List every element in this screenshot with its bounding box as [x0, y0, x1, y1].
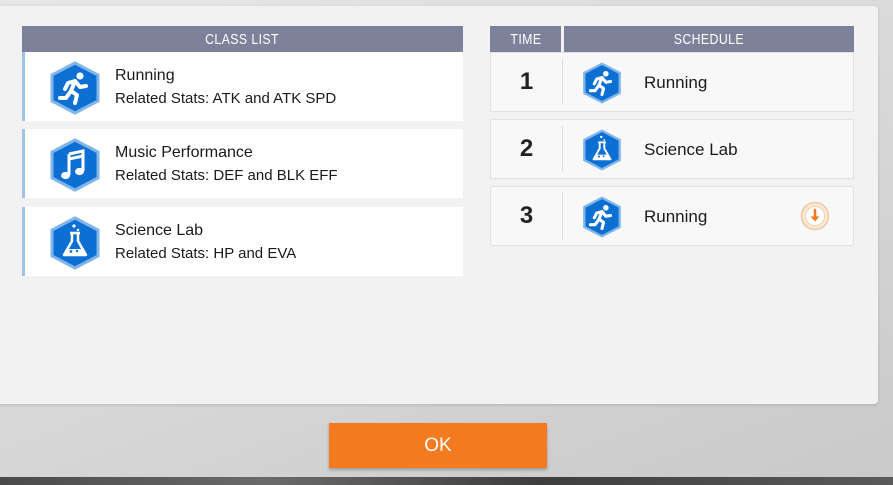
class-title: Running — [115, 67, 175, 84]
schedule-header-label: SCHEDULE — [673, 31, 745, 48]
divider — [562, 126, 563, 172]
schedule-slot-3[interactable]: 3 Running — [490, 186, 854, 246]
runner-icon — [582, 62, 622, 104]
background-stripe — [0, 477, 893, 485]
schedule-slot-1[interactable]: 1 Running — [490, 52, 854, 112]
flask-icon — [582, 129, 622, 171]
divider — [562, 193, 563, 239]
runner-icon — [582, 196, 622, 238]
schedule-time: 2 — [519, 135, 534, 162]
time-header: TIME — [490, 26, 561, 53]
schedule-class-label: Running — [644, 73, 708, 92]
class-card-music-performance[interactable]: Music Performance Related Stats: DEF and… — [22, 129, 463, 198]
schedule-class-label: Science Lab — [644, 140, 738, 159]
schedule-slot-2[interactable]: 2 Science Lab — [490, 119, 854, 179]
time-header-label: TIME — [509, 31, 542, 48]
schedule-time: 3 — [519, 202, 534, 229]
divider — [562, 59, 563, 105]
class-list-header-label: CLASS LIST — [205, 31, 280, 48]
schedule-class-label: Running — [644, 207, 708, 226]
arrow-down-circle-icon[interactable] — [800, 201, 830, 231]
class-related-stats: Related Stats: DEF and BLK EFF — [115, 167, 338, 184]
class-card-science-lab[interactable]: Science Lab Related Stats: HP and EVA — [22, 207, 463, 276]
class-related-stats: Related Stats: HP and EVA — [115, 245, 297, 262]
class-list-header: CLASS LIST — [22, 26, 463, 53]
class-schedule-panel: CLASS LIST TIME SCHEDULE Running Related… — [0, 6, 878, 404]
class-title: Science Lab — [115, 222, 204, 239]
music-note-icon — [49, 138, 101, 192]
schedule-time: 1 — [519, 68, 534, 95]
flask-icon — [49, 216, 101, 270]
class-related-stats: Related Stats: ATK and ATK SPD — [115, 90, 337, 107]
schedule-header: SCHEDULE — [564, 26, 854, 53]
ok-button[interactable]: OK — [329, 423, 547, 468]
class-card-running[interactable]: Running Related Stats: ATK and ATK SPD — [22, 52, 463, 121]
class-title: Music Performance — [115, 144, 253, 161]
runner-icon — [49, 61, 101, 115]
